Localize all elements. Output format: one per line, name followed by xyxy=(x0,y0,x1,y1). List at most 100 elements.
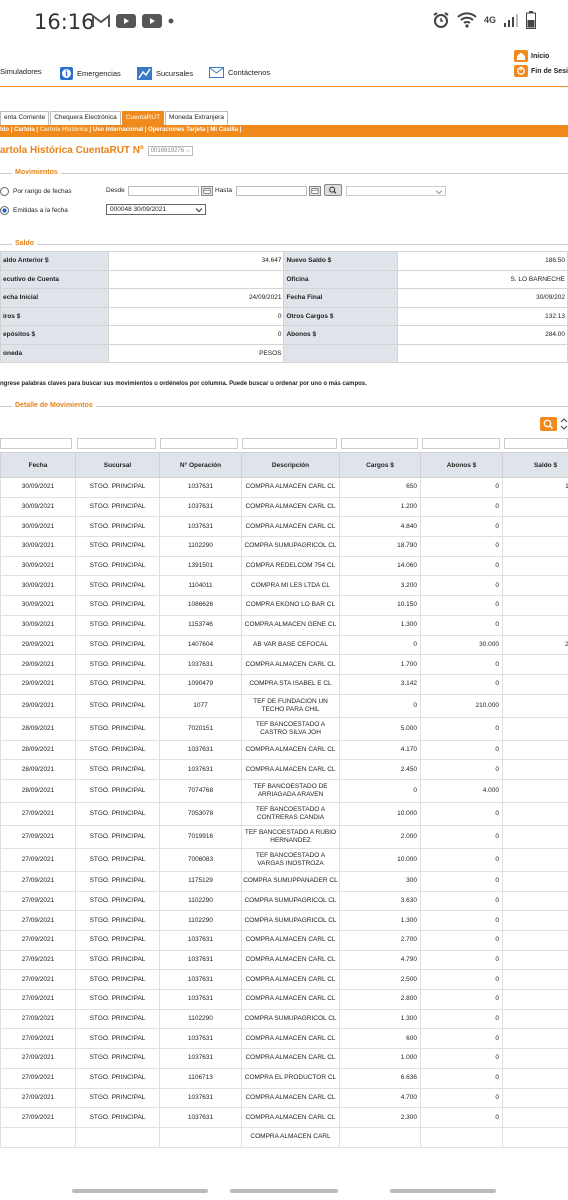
table-row[interactable]: 27/09/2021 STGO. PRINCIPAL 1037631 COMPRA A… xyxy=(0,949,568,971)
table-row[interactable]: 27/09/2021 STGO. PRINCIPAL 7006083 TEF BANC… xyxy=(0,847,568,872)
notification-icons xyxy=(92,14,174,28)
subnav-mi-casilla[interactable]: Mi Casilla xyxy=(210,127,238,133)
filter-abonos[interactable] xyxy=(422,438,500,449)
emergencias-link[interactable]: Emergencias xyxy=(60,67,121,80)
filter-saldo[interactable] xyxy=(504,438,568,449)
table-row[interactable]: 27/09/2021 STGO. PRINCIPAL 1106713 COMPRA E… xyxy=(0,1067,568,1089)
table-row[interactable]: 30/09/2021 STGO. PRINCIPAL 1153746 COMPRA A… xyxy=(0,614,568,636)
cell-descripcion: COMPRA ALMACEN GENE CL xyxy=(241,614,340,636)
hasta-input[interactable] xyxy=(236,186,307,196)
cell-abonos: 0 xyxy=(420,595,503,616)
header-fecha[interactable]: Fecha xyxy=(0,452,76,478)
header-cargos[interactable]: Cargos $ xyxy=(339,452,421,478)
table-row[interactable]: 27/09/2021 STGO. PRINCIPAL 7019916 TEF BANC… xyxy=(0,824,568,849)
subnav-cartola[interactable]: Cartola xyxy=(14,127,35,133)
nav-recents-handle[interactable] xyxy=(390,1189,496,1193)
nav-home-handle[interactable] xyxy=(230,1189,338,1193)
tab-cuenta-corriente[interactable]: enta Corriente xyxy=(0,111,50,125)
table-row[interactable]: 30/09/2021 STGO. PRINCIPAL 1037631 COMPRA A… xyxy=(0,477,568,498)
table-row[interactable]: 29/09/2021 STGO. PRINCIPAL 1037631 COMPRA A… xyxy=(0,654,568,675)
cell-descripcion: COMPRA ALMACEN CARL CL xyxy=(241,654,340,675)
cell-cargos: 2.500 xyxy=(339,969,421,991)
cell-cargos: 14.060 xyxy=(339,555,421,577)
filter-descripcion[interactable] xyxy=(242,438,337,449)
tab-moneda-extranjera[interactable]: Moneda Extranjera xyxy=(165,111,228,125)
table-row[interactable]: 27/09/2021 STGO. PRINCIPAL 7053078 TEF BANC… xyxy=(0,801,568,826)
issued-radio[interactable] xyxy=(0,206,9,215)
subnav-operaciones-tarjeta[interactable]: Operaciones Tarjeta xyxy=(148,127,205,133)
table-row[interactable]: 27/09/2021 STGO. PRINCIPAL 1037631 COMPRA A… xyxy=(0,930,568,951)
table-row[interactable]: 30/09/2021 STGO. PRINCIPAL 1086626 COMPRA E… xyxy=(0,595,568,616)
table-row[interactable]: 30/09/2021 STGO. PRINCIPAL 1037631 COMPRA A… xyxy=(0,496,568,518)
header-operacion[interactable]: N° Operación xyxy=(159,452,242,478)
issued-option[interactable]: Emitidas a la fecha xyxy=(0,206,68,215)
sort-icon[interactable] xyxy=(560,417,568,431)
issued-select[interactable]: 000048 30/09/2021 xyxy=(106,204,206,215)
cell-cargos xyxy=(339,1126,421,1148)
range-select[interactable] xyxy=(346,186,446,196)
contactenos-link[interactable]: Contáctenos xyxy=(209,67,270,78)
fin-sesion-link[interactable]: Fin de Sesi xyxy=(514,65,568,77)
cell-fecha: 27/09/2021 xyxy=(0,930,76,951)
nav-back-handle[interactable] xyxy=(72,1189,208,1193)
header-abonos[interactable]: Abonos $ xyxy=(420,452,503,478)
filter-operacion[interactable] xyxy=(160,438,238,449)
desde-input[interactable] xyxy=(128,186,199,196)
subnav-cartola-historica[interactable]: Cartola Histórica xyxy=(40,127,88,133)
table-row[interactable]: 28/09/2021 STGO. PRINCIPAL 7074768 TEF BANC… xyxy=(0,778,568,803)
table-row[interactable]: 30/09/2021 STGO. PRINCIPAL 1391501 COMPRA R… xyxy=(0,555,568,577)
table-row[interactable]: COMPRA ALMACEN CARL xyxy=(0,1126,568,1148)
table-row[interactable]: 27/09/2021 STGO. PRINCIPAL 1037631 COMPRA A… xyxy=(0,969,568,991)
issued-select-value: 000048 30/09/2021 xyxy=(110,206,167,213)
table-row[interactable]: 28/09/2021 STGO. PRINCIPAL 1037631 COMPRA A… xyxy=(0,739,568,761)
table-row[interactable]: 27/09/2021 STGO. PRINCIPAL 1102290 COMPRA S… xyxy=(0,1008,568,1030)
table-row[interactable]: 28/09/2021 STGO. PRINCIPAL 7020151 TEF BANC… xyxy=(0,716,568,741)
cell-abonos: 0 xyxy=(420,739,503,761)
cell-descripcion: COMPRA ALMACEN CARL CL xyxy=(241,1048,340,1069)
table-row[interactable]: 27/09/2021 STGO. PRINCIPAL 1037631 COMPRA A… xyxy=(0,1028,568,1050)
cell-fecha: 28/09/2021 xyxy=(0,759,76,780)
filter-sucursal[interactable] xyxy=(77,438,156,449)
range-option[interactable]: Por rango de fechas xyxy=(0,187,72,196)
calendar-icon[interactable] xyxy=(201,186,213,196)
filter-cargos[interactable] xyxy=(341,438,418,449)
table-row[interactable]: 29/09/2021 STGO. PRINCIPAL 1090479 COMPRA S… xyxy=(0,673,568,695)
table-row[interactable]: 27/09/2021 STGO. PRINCIPAL 1037631 COMPRA A… xyxy=(0,1048,568,1069)
account-select[interactable]: 0016919276 ⌵ xyxy=(147,145,194,156)
subnav-uso-internacional[interactable]: Uso Internacional xyxy=(93,127,143,133)
search-icon[interactable] xyxy=(324,184,342,196)
table-row[interactable]: 28/09/2021 STGO. PRINCIPAL 1037631 COMPRA A… xyxy=(0,759,568,780)
header-sucursal[interactable]: Sucursal xyxy=(75,452,160,478)
table-row[interactable]: 30/09/2021 STGO. PRINCIPAL 1104011 COMPRA M… xyxy=(0,575,568,597)
range-radio[interactable] xyxy=(0,187,9,196)
cell-abonos: 0 xyxy=(420,716,503,741)
logout-icon xyxy=(514,65,529,77)
header-descripcion[interactable]: Descripción xyxy=(241,452,340,478)
table-row[interactable]: 27/09/2021 STGO. PRINCIPAL 1175129 COMPRA S… xyxy=(0,870,568,892)
inicio-link[interactable]: Inicio xyxy=(514,50,568,62)
table-row[interactable]: 29/09/2021 STGO. PRINCIPAL 1077 TEF DE FUND… xyxy=(0,693,568,718)
table-row[interactable]: 30/09/2021 STGO. PRINCIPAL 1102290 COMPRA S… xyxy=(0,536,568,557)
sucursales-link[interactable]: Sucursales xyxy=(137,67,193,80)
tab-cuentarut[interactable]: CuentaRUT xyxy=(121,111,165,125)
table-row[interactable]: 27/09/2021 STGO. PRINCIPAL 1037631 COMPRA A… xyxy=(0,1087,568,1109)
cell-abonos xyxy=(420,1126,503,1148)
simuladores-label: Simuladores xyxy=(0,67,42,76)
simuladores-link[interactable]: Simuladores xyxy=(0,67,42,76)
cell-cargos: 1.300 xyxy=(339,1008,421,1030)
filter-fecha[interactable] xyxy=(0,438,72,449)
table-row[interactable]: 27/09/2021 STGO. PRINCIPAL 1102290 COMPRA S… xyxy=(0,890,568,912)
saldo-value: 284.00 xyxy=(397,325,568,345)
table-row[interactable]: 27/09/2021 STGO. PRINCIPAL 1102290 COMPRA S… xyxy=(0,910,568,931)
search-icon[interactable] xyxy=(540,417,557,431)
table-row[interactable]: 29/09/2021 STGO. PRINCIPAL 1407604 AB VAR B… xyxy=(0,634,568,656)
table-row[interactable]: 27/09/2021 STGO. PRINCIPAL 1037631 COMPRA A… xyxy=(0,1107,568,1128)
header-saldo[interactable]: Saldo $ xyxy=(502,452,568,478)
table-row[interactable]: 27/09/2021 STGO. PRINCIPAL 1037631 COMPRA A… xyxy=(0,989,568,1010)
calendar-icon[interactable] xyxy=(309,186,321,196)
table-row[interactable]: 30/09/2021 STGO. PRINCIPAL 1037631 COMPRA A… xyxy=(0,516,568,538)
cell-operacion: 1037631 xyxy=(159,989,242,1010)
fin-sesion-label: Fin de Sesi xyxy=(531,67,568,75)
subnav-saldo[interactable]: ldo xyxy=(0,127,9,133)
tab-chequera-electronica[interactable]: Chequera Electrónica xyxy=(50,111,121,125)
